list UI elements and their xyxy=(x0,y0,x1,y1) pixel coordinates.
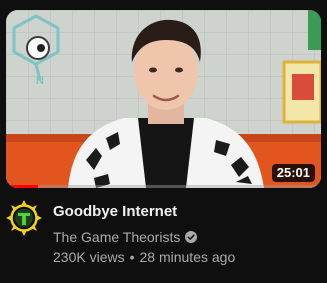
channel-row: The Game Theorists xyxy=(53,228,198,246)
video-title[interactable]: Goodbye Internet xyxy=(53,202,177,222)
video-metadata: 230K views • 28 minutes ago xyxy=(53,248,235,266)
watch-progress-fill xyxy=(6,185,38,188)
video-card[interactable]: N 25:01 Goodbye Internet The Game Theori… xyxy=(0,0,327,283)
published-time: 28 minutes ago xyxy=(139,249,236,265)
channel-name[interactable]: The Game Theorists xyxy=(53,229,180,245)
channel-avatar[interactable] xyxy=(6,200,42,236)
video-thumbnail[interactable]: N 25:01 xyxy=(6,10,321,188)
verified-check-icon xyxy=(185,231,198,243)
duration-badge: 25:01 xyxy=(271,164,315,182)
watch-progress-bar xyxy=(6,185,321,188)
svg-text:N: N xyxy=(36,75,44,87)
meta-separator: • xyxy=(129,249,135,265)
thumbnail-image: N xyxy=(6,10,321,188)
game-theory-logo-icon xyxy=(6,200,42,236)
view-count: 230K views xyxy=(53,249,125,265)
